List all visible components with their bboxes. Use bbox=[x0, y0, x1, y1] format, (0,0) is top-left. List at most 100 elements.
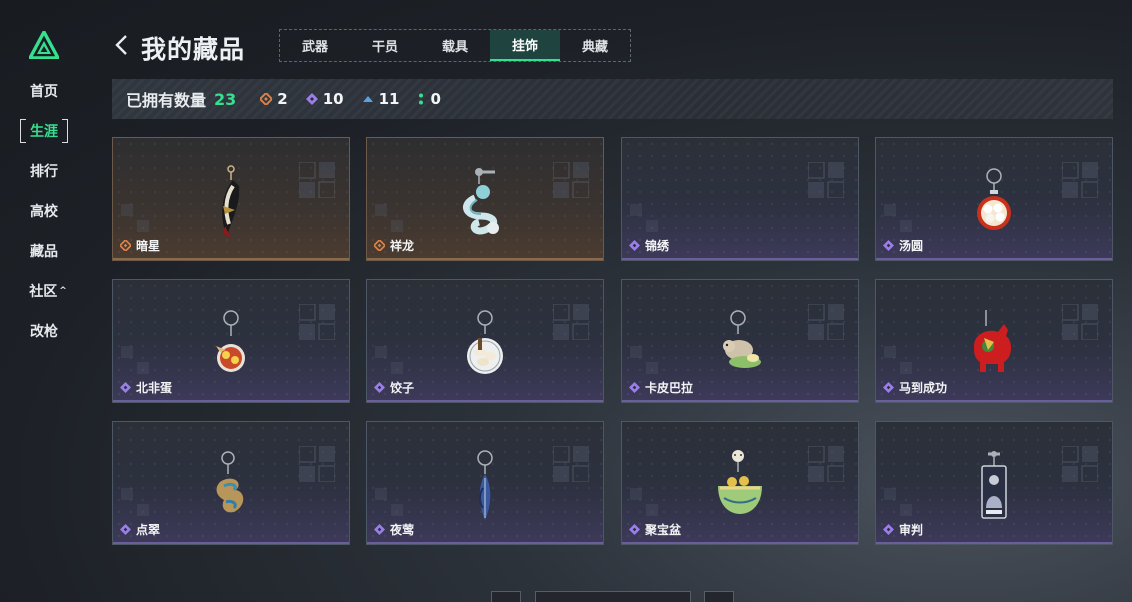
card-decoration bbox=[807, 445, 845, 483]
rarity-bar bbox=[113, 258, 349, 260]
nav-item-community[interactable]: 社区 ^ bbox=[24, 279, 72, 303]
rarity-bar bbox=[113, 542, 349, 544]
purple-diamond-icon bbox=[120, 382, 131, 393]
charm-card[interactable]: 暗星 bbox=[112, 137, 350, 261]
card-decoration bbox=[552, 303, 590, 341]
charm-name-label: 聚宝盆 bbox=[645, 523, 682, 537]
next-page-button[interactable] bbox=[704, 591, 734, 602]
charm-name-label: 饺子 bbox=[390, 381, 415, 395]
charm-name: 北非蛋 bbox=[120, 379, 172, 396]
category-tabs: 武器 干员 载具 挂饰 典藏 bbox=[279, 29, 631, 62]
card-decoration bbox=[630, 204, 658, 232]
charm-card[interactable]: 审判 bbox=[875, 421, 1113, 545]
judgement-card-charm-icon bbox=[974, 448, 1014, 532]
charm-card[interactable]: 汤圆 bbox=[875, 137, 1113, 261]
jade-dragon-charm-icon bbox=[455, 164, 515, 248]
purple-diamond-icon bbox=[374, 524, 385, 535]
rarity-bar bbox=[367, 400, 603, 402]
charm-card[interactable]: 北非蛋 bbox=[112, 279, 350, 403]
nav-item-ranking[interactable]: 排行 bbox=[20, 159, 68, 183]
page-indicator bbox=[535, 591, 691, 602]
tab-operators[interactable]: 干员 bbox=[350, 30, 420, 61]
tab-weapons[interactable]: 武器 bbox=[280, 30, 350, 61]
charm-name-label: 汤圆 bbox=[899, 239, 924, 253]
card-decoration bbox=[1061, 161, 1099, 199]
card-decoration bbox=[884, 488, 912, 516]
card-decoration bbox=[1061, 303, 1099, 341]
card-decoration bbox=[298, 161, 336, 199]
card-decoration bbox=[298, 445, 336, 483]
card-decoration bbox=[884, 204, 912, 232]
nav-item-college[interactable]: 高校 bbox=[20, 199, 68, 223]
rarity-bar bbox=[367, 542, 603, 544]
purple-diamond-icon bbox=[629, 382, 640, 393]
tangyuan-bowl-charm-icon bbox=[969, 164, 1019, 248]
charm-name-label: 审判 bbox=[899, 523, 924, 537]
tab-charms[interactable]: 挂饰 bbox=[490, 30, 560, 61]
orange-diamond-icon bbox=[120, 240, 131, 251]
chevron-up-icon: ^ bbox=[59, 286, 67, 296]
nav-item-collection[interactable]: 藏品 bbox=[20, 239, 68, 263]
page-title: 我的藏品 bbox=[141, 35, 246, 64]
charm-card[interactable]: 锦绣 bbox=[621, 137, 859, 261]
charm-name-label: 北非蛋 bbox=[136, 381, 173, 395]
charm-name-label: 点翠 bbox=[136, 523, 161, 537]
nav-label: 藏品 bbox=[30, 244, 58, 260]
rarity-bar bbox=[622, 400, 858, 402]
charm-name: 聚宝盆 bbox=[629, 521, 681, 538]
charm-name: 点翠 bbox=[120, 521, 160, 538]
charm-card[interactable]: 祥龙 bbox=[366, 137, 604, 261]
dark-feather-charm-icon bbox=[211, 164, 251, 248]
tab-collection[interactable]: 典藏 bbox=[560, 30, 630, 61]
rarity-count-green: 0 bbox=[417, 90, 441, 108]
charm-name-label: 锦绣 bbox=[645, 239, 670, 253]
purple-diamond-icon bbox=[629, 240, 640, 251]
card-decoration bbox=[121, 488, 149, 516]
charm-card[interactable]: 马到成功 bbox=[875, 279, 1113, 403]
nav-label: 生涯 bbox=[30, 124, 58, 140]
charm-card[interactable]: 卡皮巴拉 bbox=[621, 279, 859, 403]
charm-name: 汤圆 bbox=[883, 237, 923, 254]
side-nav: 首页 生涯 排行 高校 藏品 社区 ^ 改枪 bbox=[0, 0, 90, 602]
charm-card[interactable]: 点翠 bbox=[112, 421, 350, 545]
purple-diamond-icon bbox=[883, 240, 894, 251]
purple-diamond-icon bbox=[883, 382, 894, 393]
charm-name-label: 夜莺 bbox=[390, 523, 415, 537]
dumpling-plate-charm-icon bbox=[460, 306, 510, 390]
card-decoration bbox=[375, 488, 403, 516]
back-arrow-icon[interactable] bbox=[114, 34, 130, 56]
card-decoration bbox=[552, 161, 590, 199]
tab-vehicles[interactable]: 载具 bbox=[420, 30, 490, 61]
card-decoration bbox=[375, 204, 403, 232]
charm-name: 暗星 bbox=[120, 237, 160, 254]
rarity-bar bbox=[876, 542, 1112, 544]
red-horse-charm-icon bbox=[964, 306, 1024, 390]
charm-name: 饺子 bbox=[374, 379, 414, 396]
charm-name: 夜莺 bbox=[374, 521, 414, 538]
orange-diamond-icon bbox=[374, 240, 385, 251]
logo-icon[interactable] bbox=[29, 31, 59, 59]
rarity-bar bbox=[367, 258, 603, 260]
blue-chevron-icon bbox=[362, 96, 373, 102]
card-decoration bbox=[298, 303, 336, 341]
card-decoration bbox=[807, 303, 845, 341]
nav-item-gunsmith[interactable]: 改枪 bbox=[20, 319, 68, 343]
green-dots-icon bbox=[419, 93, 424, 105]
card-decoration bbox=[807, 161, 845, 199]
charm-name-label: 马到成功 bbox=[899, 381, 948, 395]
nav-item-home[interactable]: 首页 bbox=[20, 79, 68, 103]
prev-page-button[interactable] bbox=[491, 591, 521, 602]
charm-name: 马到成功 bbox=[883, 379, 947, 396]
charm-name-label: 祥龙 bbox=[390, 239, 415, 253]
rarity-count-value: 10 bbox=[322, 90, 344, 108]
purple-diamond-icon bbox=[374, 382, 385, 393]
nav-item-career[interactable]: 生涯 bbox=[20, 119, 68, 143]
capybara-charm-icon bbox=[715, 306, 765, 390]
card-decoration bbox=[884, 346, 912, 374]
charm-card[interactable]: 夜莺 bbox=[366, 421, 604, 545]
charm-card[interactable]: 聚宝盆 bbox=[621, 421, 859, 545]
rarity-count-value: 2 bbox=[277, 90, 288, 108]
charm-card[interactable]: 饺子 bbox=[366, 279, 604, 403]
rarity-count-blue: 11 bbox=[362, 90, 399, 108]
charm-name-label: 暗星 bbox=[136, 239, 161, 253]
